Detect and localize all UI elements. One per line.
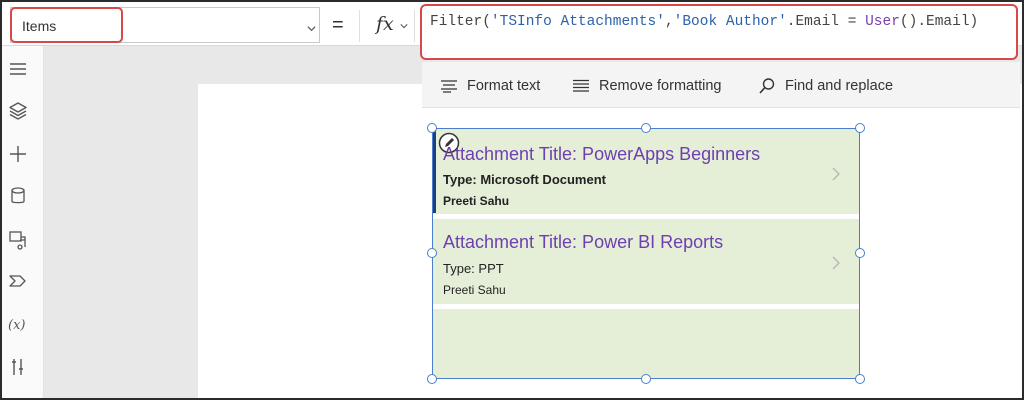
item-title: Attachment Title: Power BI Reports xyxy=(443,232,724,252)
formula-comma: , xyxy=(664,14,674,30)
item-author: Preeti Sahu xyxy=(443,194,510,208)
formula-text: Filter('TSInfo Attachments','Book Author… xyxy=(430,14,978,30)
find-replace-button[interactable]: Find and replace xyxy=(758,75,893,97)
chevron-right-icon[interactable] xyxy=(831,256,841,270)
gallery[interactable]: Attachment Title: PowerApps Beginners Ty… xyxy=(432,128,860,379)
chevron-right-icon[interactable] xyxy=(831,167,841,181)
selection-indicator xyxy=(433,130,436,213)
formula-operator: .Email = xyxy=(786,14,866,30)
formula-column: 'Book Author' xyxy=(673,14,787,30)
item-author: Preeti Sahu xyxy=(443,283,506,297)
data-icon[interactable] xyxy=(7,185,29,207)
tools-icon[interactable] xyxy=(7,356,29,378)
equals-sign: = xyxy=(332,14,344,36)
format-text-button[interactable]: Format text xyxy=(440,75,540,97)
resize-handle[interactable] xyxy=(641,123,651,133)
gallery-item[interactable]: Attachment Title: Power BI Reports Type:… xyxy=(433,220,859,304)
property-value: Items xyxy=(22,18,57,34)
formula-user-fn: User xyxy=(865,14,900,30)
left-rail: (x) xyxy=(2,46,44,398)
chevron-down-icon xyxy=(400,24,408,29)
hamburger-icon[interactable] xyxy=(7,58,29,80)
formula-fn: Filter( xyxy=(430,14,491,30)
resize-handle[interactable] xyxy=(855,248,865,258)
remove-formatting-icon xyxy=(573,79,589,92)
item-divider xyxy=(433,304,859,309)
layers-icon[interactable] xyxy=(7,100,29,122)
item-divider xyxy=(433,214,859,219)
format-text-label: Format text xyxy=(467,78,541,94)
find-replace-label: Find and replace xyxy=(785,78,894,94)
formula-datasource: 'TSInfo Attachments' xyxy=(490,14,665,30)
svg-text:(x): (x) xyxy=(8,318,25,333)
search-icon xyxy=(759,78,775,94)
resize-handle[interactable] xyxy=(427,374,437,384)
flow-icon[interactable] xyxy=(7,270,29,292)
resize-handle[interactable] xyxy=(641,374,651,384)
fx-button[interactable]: fx xyxy=(359,10,415,42)
gallery-item[interactable]: Attachment Title: PowerApps Beginners Ty… xyxy=(433,130,859,214)
variables-icon[interactable]: (x) xyxy=(7,313,29,335)
formula-input[interactable]: Filter('TSInfo Attachments','Book Author… xyxy=(420,4,1018,60)
remove-formatting-button[interactable]: Remove formatting xyxy=(572,75,722,97)
remove-formatting-label: Remove formatting xyxy=(599,78,722,94)
item-type: Type: Microsoft Document xyxy=(443,172,606,187)
plus-icon[interactable] xyxy=(7,143,29,165)
resize-handle[interactable] xyxy=(427,123,437,133)
resize-handle[interactable] xyxy=(855,374,865,384)
format-text-icon xyxy=(441,80,457,93)
formula-toolbar: Format text Remove formatting Find and r… xyxy=(422,62,1020,108)
item-type: Type: PPT xyxy=(443,261,504,276)
fx-label: fx xyxy=(376,13,394,35)
media-icon[interactable] xyxy=(7,228,29,250)
item-title: Attachment Title: PowerApps Beginners xyxy=(443,144,761,164)
resize-handle[interactable] xyxy=(855,123,865,133)
chevron-down-icon[interactable] xyxy=(307,24,316,33)
resize-handle[interactable] xyxy=(427,248,437,258)
formula-tail: ().Email) xyxy=(899,14,979,30)
